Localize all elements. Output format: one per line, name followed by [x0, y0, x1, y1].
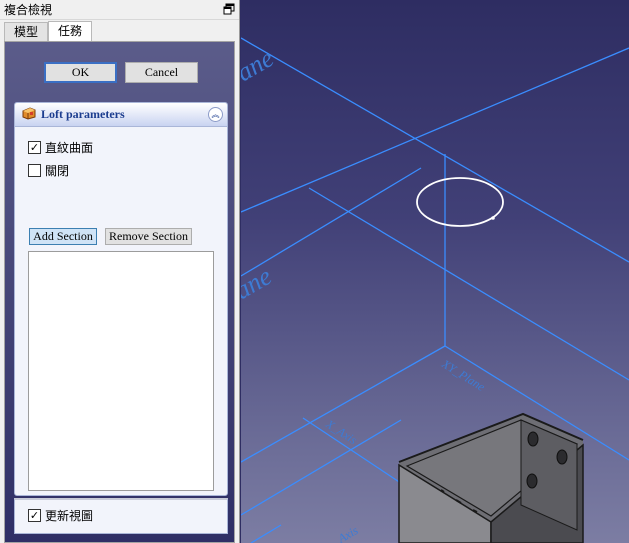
mid-plane-label: ane [241, 261, 277, 305]
collapse-panel-icon[interactable]: ︽ [208, 107, 223, 122]
closed-checkbox[interactable] [28, 163, 41, 177]
ruled-surface-checkbox[interactable]: ✓ [28, 140, 41, 154]
update-view-option[interactable]: ✓ 更新視圖 [28, 507, 93, 523]
remove-section-button[interactable]: Remove Section [105, 228, 192, 245]
update-view-checkbox[interactable]: ✓ [28, 508, 41, 522]
loft-parameters-panel: Loft parameters ︽ ✓ 直紋曲面 關閉 Add Section … [14, 102, 228, 496]
scene-graphics: ane ane XY_Plane X_Axis Axis [241, 37, 629, 543]
task-panel: OK Cancel Loft parameters ︽ ✓ 直紋曲面 關閉 Ad… [4, 41, 235, 543]
combo-view-titlebar: 複合檢視 [0, 0, 239, 20]
update-view-label: 更新視圖 [45, 508, 94, 523]
tab-tasks[interactable]: 任務 [48, 21, 93, 41]
x-axis-label: X_Axis [323, 416, 360, 447]
loft-panel-header[interactable]: Loft parameters ︽ [15, 103, 227, 127]
box-part[interactable] [398, 412, 584, 543]
tab-model[interactable]: 模型 [4, 22, 49, 41]
y-axis-label: Axis [335, 523, 361, 543]
closed-option[interactable]: 關閉 [28, 162, 69, 178]
add-section-button[interactable]: Add Section [29, 228, 97, 245]
closed-label: 關閉 [45, 163, 70, 178]
cancel-button[interactable]: Cancel [125, 62, 198, 83]
dialog-button-row: OK Cancel [5, 62, 234, 86]
combo-view-title: 複合檢視 [4, 3, 53, 17]
loft-panel-title: Loft parameters [41, 107, 125, 121]
loft-icon [22, 106, 36, 123]
combo-view-panel: 複合檢視 模型 任務 OK Cancel Loft parameters ︽ ✓… [0, 0, 240, 543]
section-circle-vertex [491, 216, 495, 220]
section-list[interactable] [28, 251, 214, 491]
ok-button[interactable]: OK [44, 62, 117, 83]
combo-tabs: 模型 任務 [4, 21, 93, 41]
ruled-surface-label: 直紋曲面 [45, 140, 94, 155]
update-view-panel: ✓ 更新視圖 [14, 498, 228, 534]
3d-viewport[interactable]: ane ane XY_Plane X_Axis Axis [241, 0, 629, 543]
ruled-surface-option[interactable]: ✓ 直紋曲面 [28, 139, 93, 155]
top-plane-label: ane [241, 43, 279, 87]
float-panel-icon[interactable] [223, 3, 235, 15]
section-circle-sketch[interactable] [416, 177, 504, 227]
xy-plane-label: XY_Plane [439, 356, 489, 394]
